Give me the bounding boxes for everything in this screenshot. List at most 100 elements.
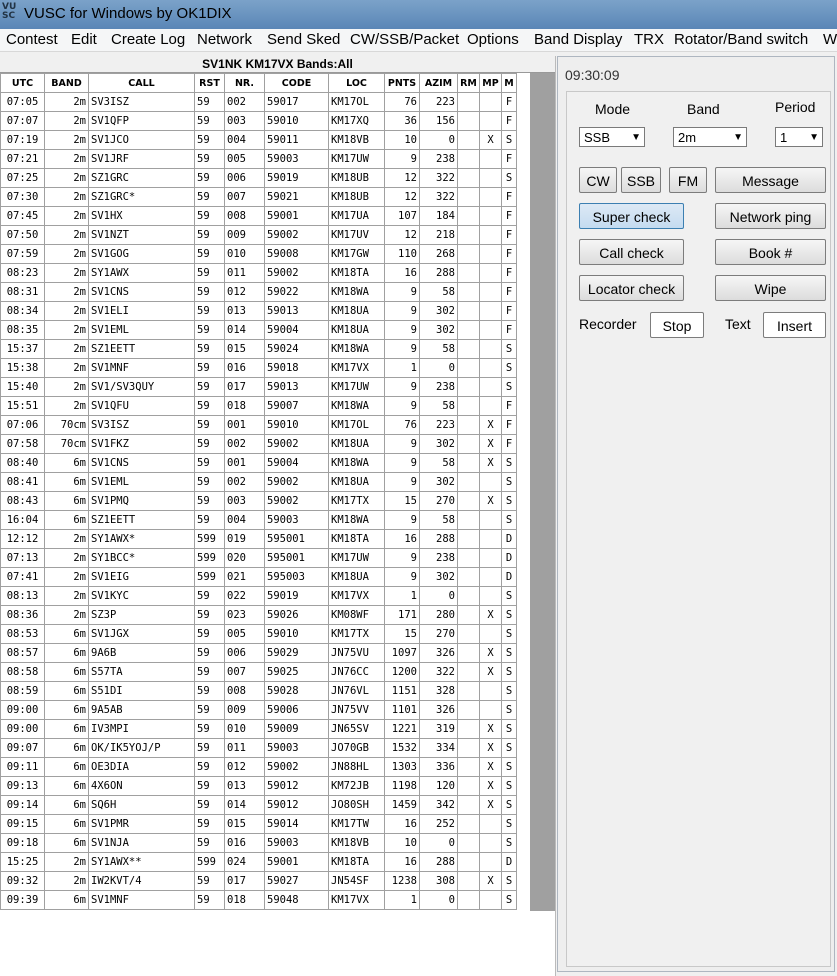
col-header-code[interactable]: CODE bbox=[264, 73, 329, 93]
band-select[interactable]: 2m ▼ bbox=[673, 127, 747, 147]
table-row[interactable]: 09:11 6m OE3DIA 59 012 59002 JN88HL 1303 336 X S bbox=[0, 757, 517, 777]
table-row[interactable]: 09:00 6m IV3MPI 59 010 59009 JN65SV 1221 319 X S bbox=[0, 719, 517, 739]
cell-call: SZ1GRC* bbox=[88, 187, 195, 207]
col-header-azim[interactable]: AZIM bbox=[419, 73, 458, 93]
cell-m: F bbox=[501, 244, 517, 264]
table-row[interactable]: 08:31 2m SV1CNS 59 012 59022 KM18WA 9 58 F bbox=[0, 282, 517, 302]
cw-button[interactable]: CW bbox=[579, 167, 617, 193]
call-check-button[interactable]: Call check bbox=[579, 239, 684, 265]
col-header-loc[interactable]: LOC bbox=[328, 73, 385, 93]
cell-rm bbox=[457, 662, 480, 682]
table-row[interactable]: 08:36 2m SZ3P 59 023 59026 KM08WF 171 280 X S bbox=[0, 605, 517, 625]
table-row[interactable]: 15:40 2m SV1/SV3QUY 59 017 59013 KM17UW 9 238 S bbox=[0, 377, 517, 397]
table-row[interactable]: 07:21 2m SV1JRF 59 005 59003 KM17UW 9 238 F bbox=[0, 149, 517, 169]
super-check-button[interactable]: Super check bbox=[579, 203, 684, 229]
table-row[interactable]: 07:58 70cm SV1FKZ 59 002 59002 KM18UA 9 302 X F bbox=[0, 434, 517, 454]
table-row[interactable]: 07:19 2m SV1JCO 59 004 59011 KM18VB 10 0 X S bbox=[0, 130, 517, 150]
table-row[interactable]: 08:53 6m SV1JGX 59 005 59010 KM17TX 15 270 S bbox=[0, 624, 517, 644]
table-row[interactable]: 09:18 6m SV1NJA 59 016 59003 KM18VB 10 0 S bbox=[0, 833, 517, 853]
message-button[interactable]: Message bbox=[715, 167, 826, 193]
table-row[interactable]: 08:34 2m SV1ELI 59 013 59013 KM18UA 9 302 F bbox=[0, 301, 517, 321]
col-header-nr[interactable]: NR. bbox=[224, 73, 265, 93]
table-row[interactable]: 07:45 2m SV1HX 59 008 59001 KM17UA 107 184 F bbox=[0, 206, 517, 226]
fm-button[interactable]: FM bbox=[669, 167, 707, 193]
col-header-pnts[interactable]: PNTS bbox=[384, 73, 420, 93]
col-header-mp[interactable]: MP bbox=[479, 73, 502, 93]
ssb-button[interactable]: SSB bbox=[621, 167, 661, 193]
period-select[interactable]: 1 ▼ bbox=[775, 127, 823, 147]
locator-check-button[interactable]: Locator check bbox=[579, 275, 684, 301]
table-row[interactable]: 08:59 6m S51DI 59 008 59028 JN76VL 1151 328 S bbox=[0, 681, 517, 701]
table-row[interactable]: 07:13 2m SY1BCC* 599 020 595001 KM17UW 9 238 D bbox=[0, 548, 517, 568]
table-row[interactable]: 07:41 2m SV1EIG 599 021 595003 KM18UA 9 302 D bbox=[0, 567, 517, 587]
col-header-utc[interactable]: UTC bbox=[0, 73, 45, 93]
col-header-rm[interactable]: RM bbox=[457, 73, 480, 93]
table-row[interactable]: 08:57 6m 9A6B 59 006 59029 JN75VU 1097 326 X S bbox=[0, 643, 517, 663]
menu-rotator-band-switch[interactable]: Rotator/Band switch bbox=[674, 31, 808, 48]
cell-m: S bbox=[501, 795, 517, 815]
log-scrollbar[interactable] bbox=[530, 73, 555, 911]
table-row[interactable]: 07:06 70cm SV3ISZ 59 001 59010 KM17OL 76 223 X F bbox=[0, 415, 517, 435]
col-header-band[interactable]: BAND bbox=[44, 73, 89, 93]
cell-pnts: 9 bbox=[384, 453, 420, 473]
table-row[interactable]: 07:59 2m SV1GOG 59 010 59008 KM17GW 110 268 F bbox=[0, 244, 517, 264]
table-row[interactable]: 15:51 2m SV1QFU 59 018 59007 KM18WA 9 58 F bbox=[0, 396, 517, 416]
menu-trx[interactable]: TRX bbox=[634, 31, 664, 48]
cell-utc: 09:39 bbox=[0, 890, 45, 910]
table-row[interactable]: 07:30 2m SZ1GRC* 59 007 59021 KM18UB 12 322 F bbox=[0, 187, 517, 207]
col-header-m[interactable]: M bbox=[501, 73, 517, 93]
menu-contest[interactable]: Contest bbox=[6, 31, 58, 48]
cell-m: S bbox=[501, 168, 517, 188]
cell-mp bbox=[479, 396, 502, 416]
recorder-stop-button[interactable]: Stop bbox=[650, 312, 704, 338]
table-row[interactable]: 07:07 2m SV1QFP 59 003 59010 KM17XQ 36 156 F bbox=[0, 111, 517, 131]
menu-window[interactable]: W bbox=[823, 31, 837, 48]
menu-network[interactable]: Network bbox=[197, 31, 252, 48]
table-row[interactable]: 08:58 6m S57TA 59 007 59025 JN76CC 1200 322 X S bbox=[0, 662, 517, 682]
table-row[interactable]: 07:05 2m SV3ISZ 59 002 59017 KM17OL 76 223 F bbox=[0, 92, 517, 112]
table-row[interactable]: 16:04 6m SZ1EETT 59 004 59003 KM18WA 9 58 S bbox=[0, 510, 517, 530]
table-row[interactable]: 09:32 2m IW2KVT/4 59 017 59027 JN54SF 1238 308 X S bbox=[0, 871, 517, 891]
menu-options[interactable]: Options bbox=[467, 31, 519, 48]
cell-loc: KM18TA bbox=[328, 529, 385, 549]
menu-send-sked[interactable]: Send Sked bbox=[267, 31, 340, 48]
table-row[interactable]: 09:39 6m SV1MNF 59 018 59048 KM17VX 1 0 S bbox=[0, 890, 517, 910]
cell-pnts: 12 bbox=[384, 225, 420, 245]
table-row[interactable]: 07:50 2m SV1NZT 59 009 59002 KM17UV 12 218 F bbox=[0, 225, 517, 245]
menu-create-log[interactable]: Create Log bbox=[111, 31, 185, 48]
menu-cw-ssb-packet[interactable]: CW/SSB/Packet bbox=[350, 31, 459, 48]
table-row[interactable]: 07:25 2m SZ1GRC 59 006 59019 KM18UB 12 322 S bbox=[0, 168, 517, 188]
table-row[interactable]: 12:12 2m SY1AWX* 599 019 595001 KM18TA 16 288 D bbox=[0, 529, 517, 549]
text-insert-button[interactable]: Insert bbox=[763, 312, 826, 338]
menu-edit[interactable]: Edit bbox=[71, 31, 97, 48]
wipe-button[interactable]: Wipe bbox=[715, 275, 826, 301]
table-row[interactable]: 15:25 2m SY1AWX** 599 024 59001 KM18TA 16 288 D bbox=[0, 852, 517, 872]
col-header-call[interactable]: CALL bbox=[88, 73, 195, 93]
table-row[interactable]: 08:13 2m SV1KYC 59 022 59019 KM17VX 1 0 S bbox=[0, 586, 517, 606]
cell-rst: 59 bbox=[194, 453, 225, 473]
cell-utc: 08:35 bbox=[0, 320, 45, 340]
table-row[interactable]: 08:41 6m SV1EML 59 002 59002 KM18UA 9 302 S bbox=[0, 472, 517, 492]
cell-mp bbox=[479, 548, 502, 568]
cell-nr: 007 bbox=[224, 187, 265, 207]
cell-nr: 015 bbox=[224, 814, 265, 834]
table-row[interactable]: 09:00 6m 9A5AB 59 009 59006 JN75VV 1101 326 S bbox=[0, 700, 517, 720]
table-row[interactable]: 08:35 2m SV1EML 59 014 59004 KM18UA 9 302 F bbox=[0, 320, 517, 340]
cell-rm bbox=[457, 776, 480, 796]
table-row[interactable]: 15:37 2m SZ1EETT 59 015 59024 KM18WA 9 58 S bbox=[0, 339, 517, 359]
table-row[interactable]: 15:38 2m SV1MNF 59 016 59018 KM17VX 1 0 S bbox=[0, 358, 517, 378]
col-header-rst[interactable]: RST bbox=[194, 73, 225, 93]
table-row[interactable]: 09:15 6m SV1PMR 59 015 59014 KM17TW 16 252 S bbox=[0, 814, 517, 834]
table-row[interactable]: 08:23 2m SY1AWX 59 011 59002 KM18TA 16 288 F bbox=[0, 263, 517, 283]
menu-band-display[interactable]: Band Display bbox=[534, 31, 622, 48]
book-button[interactable]: Book # bbox=[715, 239, 826, 265]
cell-m: S bbox=[501, 624, 517, 644]
table-row[interactable]: 08:43 6m SV1PMQ 59 003 59002 KM17TX 15 270 X S bbox=[0, 491, 517, 511]
table-row[interactable]: 09:13 6m 4X6ON 59 013 59012 KM72JB 1198 120 X S bbox=[0, 776, 517, 796]
mode-select[interactable]: SSB ▼ bbox=[579, 127, 645, 147]
table-row[interactable]: 09:07 6m OK/IK5YOJ/P 59 011 59003 JO70GB 1532 33… bbox=[0, 738, 517, 758]
table-row[interactable]: 09:14 6m SQ6H 59 014 59012 JO80SH 1459 342 X S bbox=[0, 795, 517, 815]
network-ping-button[interactable]: Network ping bbox=[715, 203, 826, 229]
table-row[interactable]: 08:40 6m SV1CNS 59 001 59004 KM18WA 9 58 X S bbox=[0, 453, 517, 473]
cell-rm bbox=[457, 339, 480, 359]
